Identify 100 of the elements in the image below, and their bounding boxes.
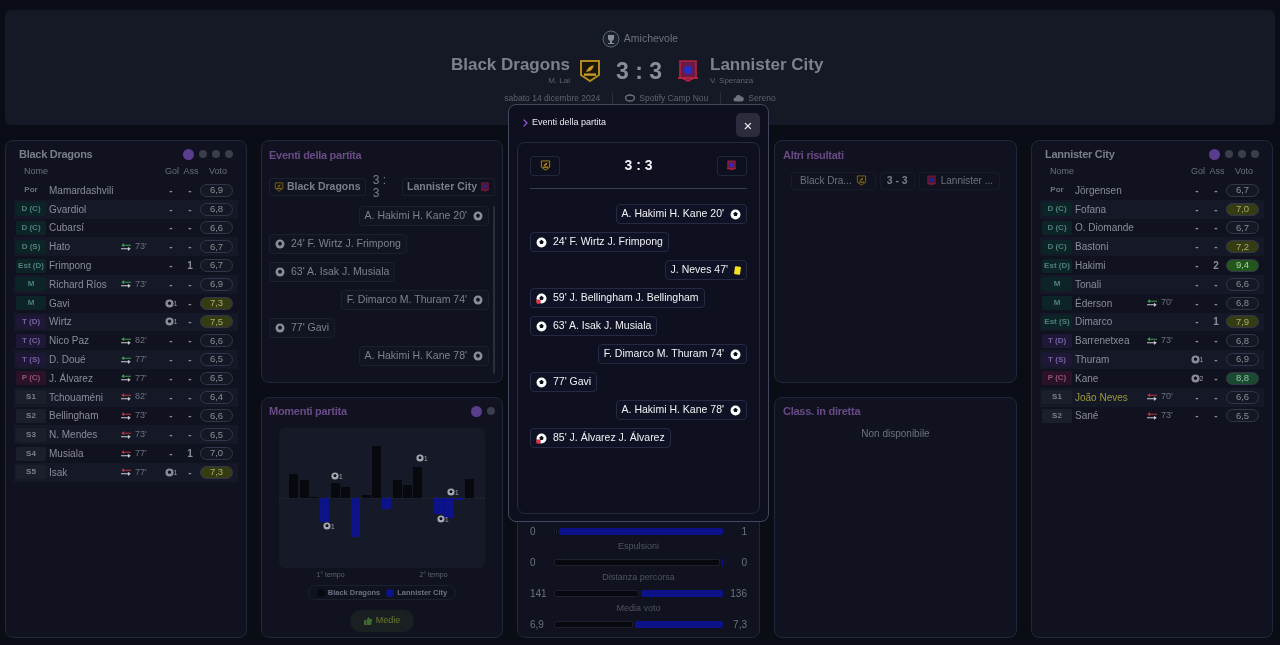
player-row[interactable]: D (C) Fofana - - 7,0 bbox=[1040, 199, 1264, 219]
player-row[interactable]: D (S) Hato 73' - - 6,7 bbox=[14, 237, 238, 257]
player-row[interactable]: M Tonali - - 6,6 bbox=[1040, 275, 1264, 294]
player-name: Frimpong bbox=[49, 259, 93, 274]
card-icon bbox=[734, 265, 741, 275]
ball-icon bbox=[447, 487, 455, 496]
rating-value: 6,8 bbox=[200, 202, 233, 216]
position-label: S1 bbox=[1042, 390, 1072, 405]
assists-count: - bbox=[1213, 221, 1219, 236]
player-row[interactable]: Est (D) Frimpong - 1 6,7 bbox=[14, 256, 238, 275]
chevron-right-icon bbox=[523, 118, 528, 127]
player-row[interactable]: S3 N. Mendes 73' - - 6,5 bbox=[14, 425, 238, 445]
rating-value: 6,7 bbox=[200, 240, 233, 254]
event-item[interactable]: 85' J. Álvarez J. Álvarez bbox=[530, 428, 671, 448]
event-text: A. Hakimi H. Kane 20' bbox=[364, 207, 467, 223]
player-row[interactable]: D (C) O. Diomande - - 6,7 bbox=[1040, 218, 1264, 238]
swap-arrows-icon bbox=[120, 336, 132, 345]
weather: Sereno bbox=[748, 91, 776, 105]
swap-arrows-icon bbox=[1146, 299, 1158, 308]
position-label: D (C) bbox=[1042, 239, 1072, 254]
ball-icon bbox=[275, 266, 285, 277]
player-row[interactable]: S2 Sané 73' - - 6,5 bbox=[1040, 406, 1264, 426]
event-item[interactable]: A. Hakimi H. Kane 20' bbox=[615, 204, 747, 224]
swap-arrows-icon bbox=[1146, 336, 1158, 345]
rating-value: 6,5 bbox=[200, 428, 233, 442]
column-header: Voto bbox=[1234, 165, 1254, 179]
result-team[interactable]: Black Dra... bbox=[791, 171, 876, 190]
player-row[interactable]: Por Mamardashvili - - 6,9 bbox=[14, 181, 238, 200]
event-item[interactable]: F. Dimarco M. Thuram 74' bbox=[597, 344, 747, 364]
player-row[interactable]: S1 Tchouaméni 82' - - 6,4 bbox=[14, 387, 238, 407]
goals-count: - bbox=[169, 390, 173, 405]
event-item[interactable]: 59' J. Bellingham J. Bellingham bbox=[530, 288, 705, 308]
event-item[interactable]: A. Hakimi H. Kane 20' bbox=[358, 205, 489, 226]
swap-arrows-icon bbox=[120, 280, 132, 289]
team-name: Lannister City bbox=[406, 178, 477, 194]
event-item[interactable]: A. Hakimi H. Kane 78' bbox=[615, 400, 747, 420]
rating-value: 7,3 bbox=[200, 296, 233, 310]
close-button[interactable]: × bbox=[736, 113, 760, 137]
ball-icon bbox=[275, 322, 285, 333]
player-row[interactable]: T (D) Barrenetxea 73' - - 6,8 bbox=[1040, 331, 1264, 351]
player-row[interactable]: D (C) Gvardiol - - 6,8 bbox=[14, 199, 238, 219]
rating-value: 6,9 bbox=[200, 277, 233, 291]
player-row[interactable]: S4 Musiala 77' - 1 7,0 bbox=[14, 444, 238, 463]
assists-count: - bbox=[187, 183, 193, 198]
player-row[interactable]: P (C) J. Álvarez 77' - - 6,5 bbox=[14, 368, 238, 388]
player-row[interactable]: M Éderson 70' - - 6,8 bbox=[1040, 293, 1264, 313]
player-row[interactable]: S1 João Neves 70' - - 6,6 bbox=[1040, 387, 1264, 407]
event-item[interactable]: 24' F. Wirtz J. Frimpong bbox=[269, 233, 407, 254]
event-item[interactable]: 63' A. Isak J. Musiala bbox=[530, 316, 658, 336]
goals-count: - bbox=[169, 409, 173, 424]
event-item[interactable]: A. Hakimi H. Kane 78' bbox=[358, 345, 489, 366]
player-row[interactable]: T (S) D. Doué 77' - - 6,5 bbox=[14, 350, 238, 369]
column-header: Ass bbox=[182, 165, 200, 179]
position-label: D (C) bbox=[16, 202, 46, 217]
event-text: 24' F. Wirtz J. Frimpong bbox=[553, 234, 663, 250]
player-row[interactable]: D (C) Bastoni - - 7,2 bbox=[1040, 237, 1264, 257]
banner-crest-icon bbox=[925, 175, 937, 186]
swap-arrows-icon bbox=[120, 393, 132, 402]
goals-count: - bbox=[169, 240, 173, 255]
event-item[interactable]: 63' A. Isak J. Musiala bbox=[269, 261, 396, 282]
stat-value: 141 bbox=[530, 587, 548, 601]
player-row[interactable]: Est (D) Hakimi - 2 9,4 bbox=[1040, 256, 1264, 275]
cloud-icon bbox=[733, 93, 745, 102]
player-row[interactable]: M Richard Ríos 73' - - 6,9 bbox=[14, 275, 238, 294]
position-label: M bbox=[16, 296, 46, 311]
event-item[interactable]: 24' F. Wirtz J. Frimpong bbox=[530, 232, 669, 252]
sub-minute: 73' bbox=[135, 428, 147, 441]
event-item[interactable]: 77' Gavi bbox=[269, 317, 336, 338]
event-text: A. Hakimi H. Kane 78' bbox=[621, 402, 724, 418]
sub-minute: 82' bbox=[135, 334, 147, 347]
trophy-badge-icon bbox=[601, 30, 620, 48]
result-team[interactable]: Lannister ... bbox=[918, 171, 1000, 190]
assists-count: - bbox=[1213, 183, 1219, 198]
position-label: T (S) bbox=[1042, 352, 1072, 367]
player-row[interactable]: D (C) Cubarsí - - 6,6 bbox=[14, 218, 238, 238]
event-item[interactable]: J. Neves 47' bbox=[664, 260, 747, 280]
player-row[interactable]: S2 Bellingham 73' - - 6,6 bbox=[14, 406, 238, 426]
event-item[interactable]: F. Dimarco M. Thuram 74' bbox=[340, 289, 489, 310]
position-label: P (C) bbox=[16, 371, 46, 386]
averages-button[interactable]: Medie bbox=[349, 610, 415, 632]
shield-crest-icon bbox=[578, 59, 602, 84]
position-label: S2 bbox=[16, 408, 46, 423]
rating-value: 8,8 bbox=[1226, 371, 1259, 385]
rating-value: 6,6 bbox=[1226, 277, 1259, 291]
event-text: 63' A. Isak J. Musiala bbox=[291, 263, 390, 279]
assists-count: - bbox=[1213, 371, 1219, 386]
assists-count: - bbox=[187, 409, 193, 424]
panel-title: Class. in diretta bbox=[783, 404, 862, 419]
player-row[interactable]: T (C) Nico Paz 82' - - 6,6 bbox=[14, 331, 238, 351]
player-row[interactable]: Est (S) Dimarco - 1 7,9 bbox=[1040, 312, 1264, 332]
assists-count: - bbox=[187, 465, 193, 480]
event-item[interactable]: 77' Gavi bbox=[530, 372, 598, 392]
assists-count: - bbox=[187, 428, 193, 443]
competition-name: Amichevole bbox=[623, 31, 679, 47]
player-row[interactable]: Por Jörgensen - - 6,7 bbox=[1040, 181, 1264, 200]
assists-count: - bbox=[1213, 409, 1219, 424]
rating-value: 7,0 bbox=[1226, 202, 1259, 216]
assists-count: - bbox=[187, 202, 193, 217]
goals-count: - bbox=[1195, 296, 1199, 311]
rating-value: 6,7 bbox=[1226, 221, 1259, 235]
